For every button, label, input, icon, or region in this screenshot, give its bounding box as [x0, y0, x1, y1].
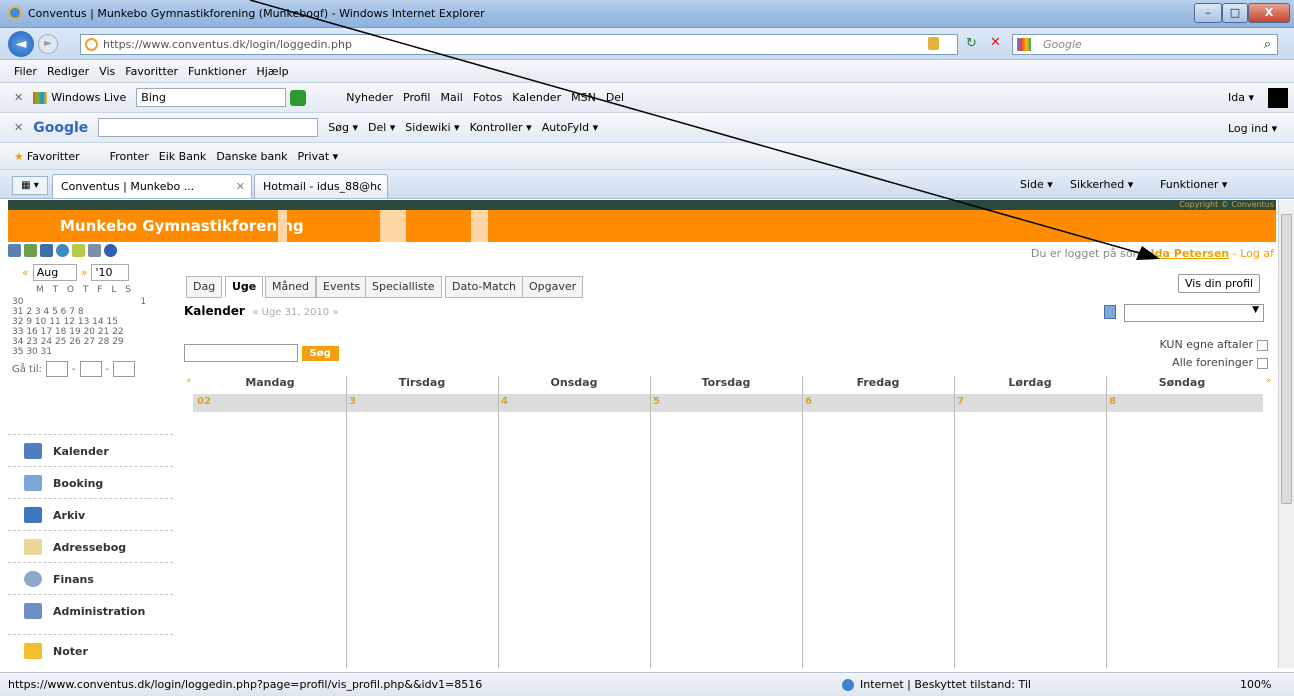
status-url: https://www.conventus.dk/login/loggedin.… — [8, 678, 483, 691]
arrow-head — [1136, 246, 1160, 260]
arrow-line — [249, 0, 1151, 257]
globe-icon — [842, 679, 854, 691]
security-zone[interactable]: Internet | Beskyttet tilstand: Til — [860, 678, 1031, 691]
annotation-arrow — [249, 0, 1160, 260]
zoom-level[interactable]: 100% — [1240, 678, 1271, 691]
status-bar: https://www.conventus.dk/login/loggedin.… — [0, 672, 1294, 696]
